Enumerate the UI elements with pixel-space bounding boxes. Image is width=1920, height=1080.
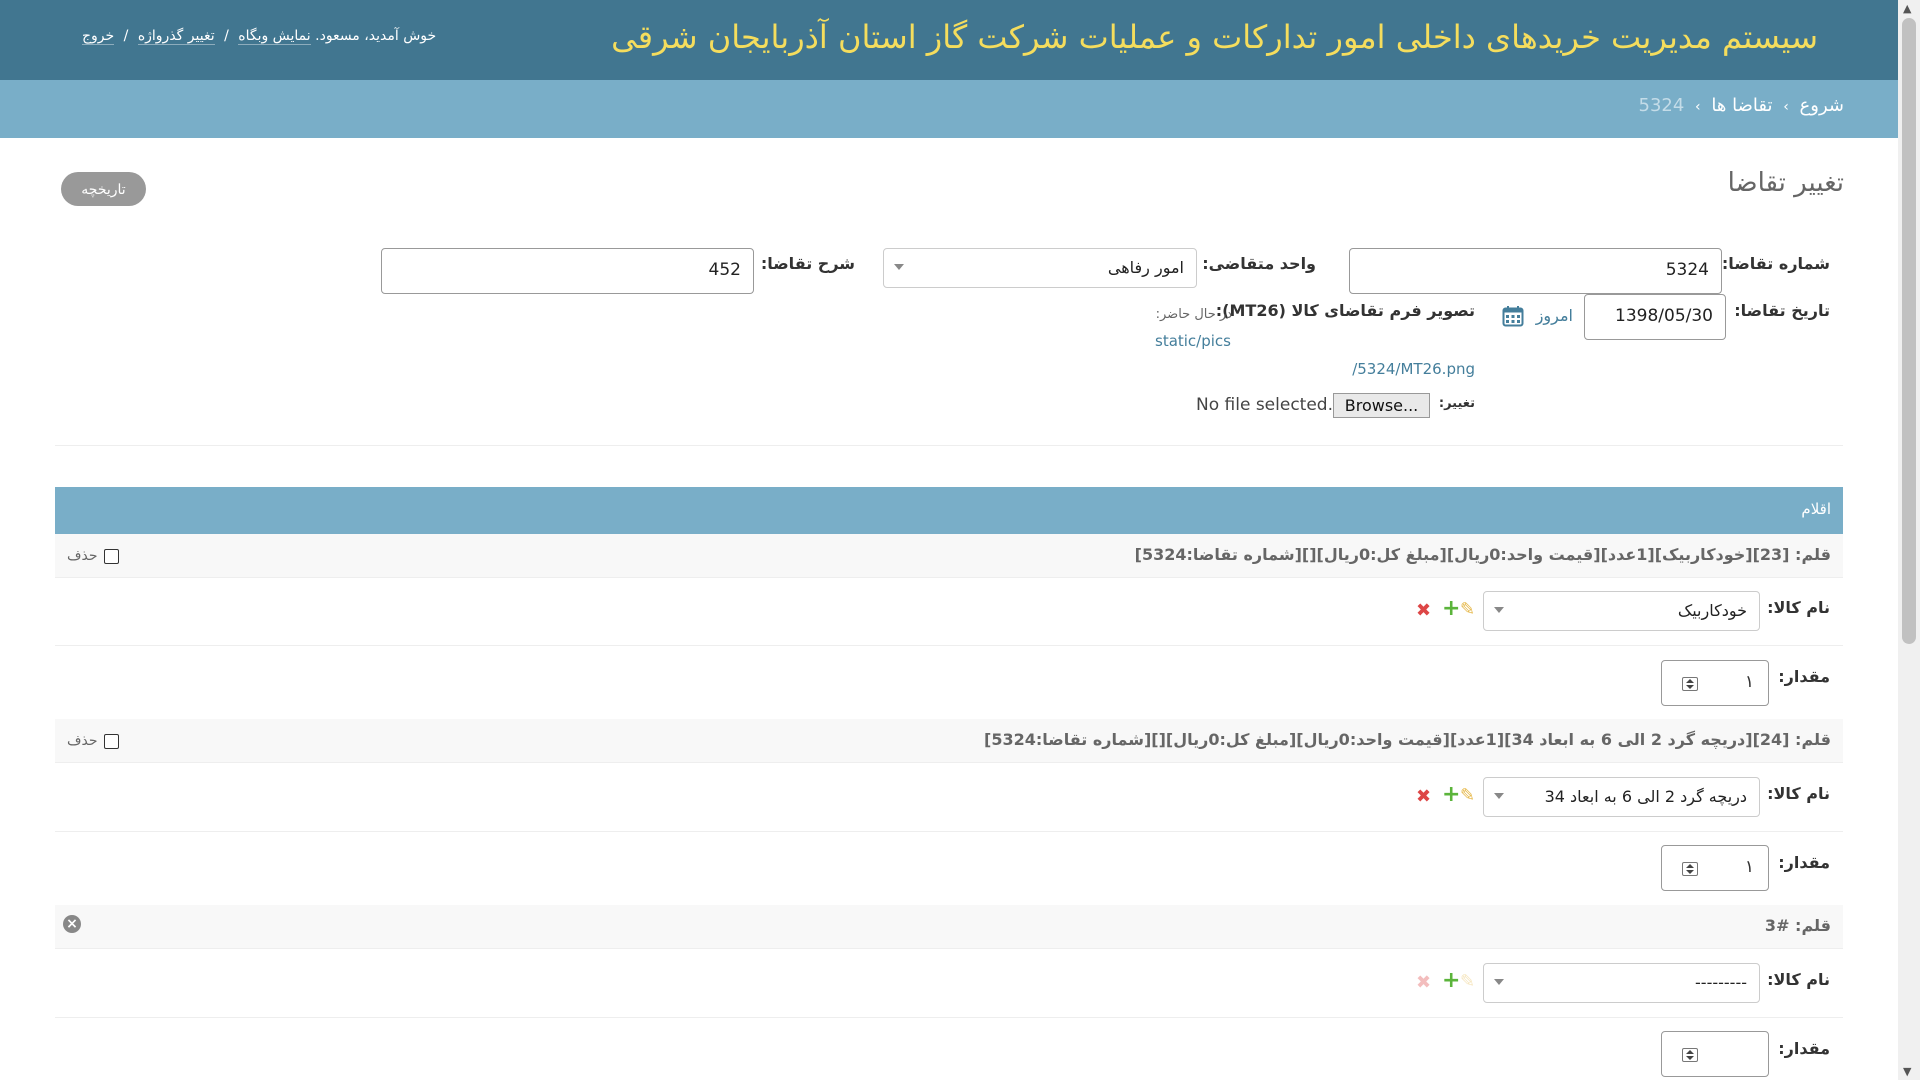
product-select[interactable]: دریچه گرد 2 الی 6 به ابعاد 34 [1483,777,1760,817]
username: مسعود [319,28,360,44]
quantity-label: مقدار: [1778,853,1830,872]
scroll-up-icon[interactable]: ▲ [1903,2,1911,15]
spinner-icon[interactable] [1682,1048,1698,1062]
item-row-header: قلم: [23][خودکاربیک][1عدد][قیمت واحد:0ری… [55,534,1843,578]
unit-select[interactable]: امور رفاهی [883,248,1197,288]
spinner-icon[interactable] [1682,677,1698,691]
divider [55,645,1843,646]
breadcrumb-section[interactable]: تقاضا ها [1711,95,1772,116]
items-section-title: اقلام [1801,500,1831,518]
change-label: تغییر: [1438,396,1475,411]
quantity-stepper[interactable]: ۱ [1661,660,1769,706]
quantity-label: مقدار: [1778,667,1830,686]
vertical-scrollbar[interactable]: ▲ ▼ [1898,0,1920,1080]
logout-link[interactable]: خروج [82,28,115,45]
today-link[interactable]: امروز [1536,306,1573,325]
pencil-icon[interactable]: ✎ [1460,787,1475,805]
no-file-text: No file selected. [1196,395,1333,415]
breadcrumb: شروع › تقاضا ها › 5324 [0,80,1898,138]
items-section-header: اقلام [55,487,1843,534]
product-select-value: دریچه گرد 2 الی 6 به ابعاد 34 [1544,787,1747,806]
date-label: تاریخ تقاضا: [1734,301,1830,320]
remove-inline-icon[interactable]: × [63,915,81,933]
item-row-header: قلم: [24][دریچه گرد 2 الی 6 به ابعاد 34]… [55,719,1843,763]
current-file-link-cont[interactable]: /5324/MT26.png [1352,360,1475,378]
change-password-link[interactable]: تغییر گذرواژه [137,28,215,45]
item-title: قلم: #3 [1764,916,1831,935]
scroll-down-icon[interactable]: ▼ [1903,1065,1911,1078]
item-title: قلم: [23][خودکاربیک][1عدد][قیمت واحد:0ری… [1134,545,1831,564]
site-title: سیستم مدیریت خریدهای داخلی امور تدارکات … [611,18,1818,56]
product-label: نام کالا: [1767,598,1830,617]
divider [55,1017,1843,1018]
plus-icon[interactable]: + [1442,784,1460,806]
delete-checkbox-group[interactable]: حذف [67,733,119,749]
history-button[interactable]: تاریخچه [61,172,146,206]
chevron-down-icon [1494,979,1504,985]
plus-icon[interactable]: + [1442,970,1460,992]
product-select-value: --------- [1695,973,1747,992]
calendar-icon[interactable] [1502,305,1524,331]
site-header: سیستم مدیریت خریدهای داخلی امور تدارکات … [0,0,1898,80]
delete-label: حذف [67,548,98,564]
delete-label: حذف [67,733,98,749]
description-field[interactable]: 452 [381,248,754,294]
divider [55,445,1843,446]
product-select-value: خودکاربیک [1677,601,1747,620]
breadcrumb-current: 5324 [1638,95,1685,116]
quantity-value: ۱ [1744,857,1754,877]
cross-icon: ✖ [1416,972,1432,993]
cross-icon[interactable]: ✖ [1416,788,1431,806]
pencil-icon[interactable]: ✎ [1460,601,1475,619]
chevron-down-icon [1494,793,1504,799]
breadcrumb-home[interactable]: شروع [1800,95,1844,116]
current-file-link[interactable]: static/pics [1155,332,1231,350]
chevron-down-icon [1494,607,1504,613]
currently-label: در حال حاضر: [1155,307,1232,322]
quantity-label: مقدار: [1778,1039,1830,1058]
image-label: تصویر فرم تقاضای کالا (MT26): [1215,301,1475,320]
page-title: تغییر تقاضا [1727,168,1844,198]
pencil-icon: ✎ [1460,971,1476,992]
divider [55,831,1843,832]
product-select[interactable]: خودکاربیک [1483,591,1760,631]
product-label: نام کالا: [1767,970,1830,989]
item-title: قلم: [24][دریچه گرد 2 الی 6 به ابعاد 34]… [984,730,1831,749]
chevron-down-icon [894,264,904,270]
quantity-value: ۱ [1744,672,1754,692]
welcome-text: خوش آمدید، [364,28,437,44]
plus-icon[interactable]: + [1442,598,1460,620]
request-number-label: شماره تقاضا: [1721,254,1830,273]
delete-checkbox[interactable] [103,733,119,749]
request-number-field[interactable]: 5324 [1349,248,1722,294]
description-label: شرح تقاضا: [760,254,855,273]
delete-checkbox[interactable] [103,548,119,564]
user-tools: خوش آمدید، مسعود. نمایش وبگاه / تغییر گذ… [82,28,437,45]
product-label: نام کالا: [1767,784,1830,803]
delete-checkbox-group[interactable]: حذف [67,548,119,564]
unit-label: واحد متقاضی: [1202,254,1316,273]
item-row-header: قلم: #3 [55,905,1843,949]
quantity-stepper[interactable] [1661,1031,1769,1077]
scrollbar-thumb[interactable] [1902,18,1916,644]
cross-icon[interactable]: ✖ [1416,602,1431,620]
date-field[interactable]: 1398/05/30 [1584,294,1726,340]
product-select[interactable]: --------- [1483,963,1760,1003]
spinner-icon[interactable] [1682,862,1698,876]
breadcrumb-separator: › [1783,99,1789,115]
breadcrumb-separator: › [1695,99,1701,115]
view-site-link[interactable]: نمایش وبگاه [238,28,311,45]
unit-select-value: امور رفاهی [1107,258,1184,277]
quantity-stepper[interactable]: ۱ [1661,845,1769,891]
browse-button[interactable]: Browse... [1333,393,1430,418]
